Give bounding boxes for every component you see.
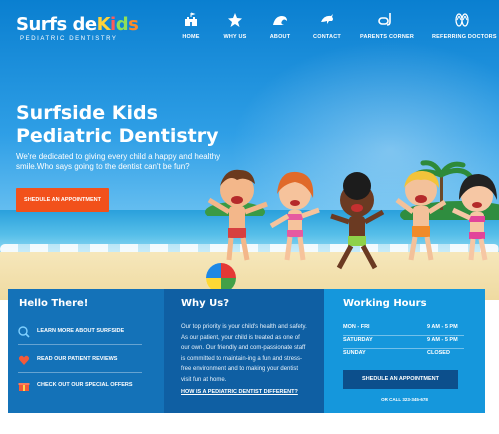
nav-label: WHY US — [223, 34, 247, 40]
hours-day: SATURDAY — [343, 337, 373, 343]
info-panels: Hello There! LEARN MORE ABOUT SURFSIDE R… — [8, 289, 485, 413]
nav-item-why-us[interactable]: WHY US — [220, 12, 250, 40]
special-offers-link[interactable]: CHECK OUT OUR SPECIAL OFFERS — [18, 376, 142, 400]
nav-item-referring-doctors[interactable]: REFERRING DOCTORS — [432, 12, 497, 40]
learn-more-link[interactable]: LEARN MORE ABOUT SURFSIDE — [18, 322, 142, 346]
hours-day: MON - FRI — [343, 324, 370, 330]
nav-item-parents-corner[interactable]: PARENTS CORNER — [360, 12, 415, 40]
hours-time: CLOSED — [427, 350, 450, 356]
call-phone-text[interactable]: OR CALL 323-345-678 — [324, 397, 485, 402]
snorkel-icon — [378, 13, 391, 26]
schedule-appointment-button[interactable]: SHEDULE AN APPOINTMENT — [343, 370, 458, 389]
pediatric-dentist-different-link[interactable]: HOW IS A PEDIATRIC DENTIST DIFFERENT? — [181, 389, 298, 395]
divider — [18, 344, 142, 345]
hours-time: 9 AM - 5 PM — [427, 324, 458, 330]
hello-title: Hello There! — [19, 298, 89, 309]
schedule-appointment-button[interactable]: SHEDULE AN APPOINTMENT — [16, 188, 109, 212]
working-hours-title: Working Hours — [343, 298, 427, 309]
hero-title: Surfside Kids Pediatric Dentistry — [16, 102, 236, 148]
hours-day: SUNDAY — [343, 350, 366, 356]
nav-item-about[interactable]: ABOUT — [265, 12, 295, 40]
site-logo[interactable]: Surfs deKids PEDIATRIC DENTISTRY — [16, 14, 139, 42]
why-us-panel: Why Us? Our top priority is your child's… — [164, 289, 324, 413]
nav-item-home[interactable]: HOME — [178, 12, 204, 40]
hours-row: SUNDAY CLOSED — [343, 348, 464, 360]
dolphin-icon — [321, 14, 333, 24]
hello-panel: Hello There! LEARN MORE ABOUT SURFSIDE R… — [8, 289, 164, 413]
special-offers-label: CHECK OUT OUR SPECIAL OFFERS — [37, 382, 133, 388]
divider — [18, 372, 142, 373]
main-nav: HOME WHY US ABOUT CONTACT PARENTS CORNER… — [170, 12, 497, 46]
why-us-body: Our top priority is your child's health … — [181, 324, 307, 383]
gift-icon — [18, 383, 30, 391]
nav-label: ABOUT — [269, 34, 291, 40]
kids-illustration — [207, 169, 497, 270]
patient-reviews-link[interactable]: READ OUR PATIENT REVIEWS — [18, 350, 142, 374]
tooth-search-icon — [18, 326, 30, 338]
working-hours-panel: Working Hours MON - FRI 9 AM - 5 PM SATU… — [324, 289, 485, 413]
nav-label: HOME — [182, 34, 200, 40]
hours-row: MON - FRI 9 AM - 5 PM — [343, 322, 464, 334]
nav-label: REFERRING DOCTORS — [432, 34, 497, 40]
hero-title-line1: Surfside Kids — [16, 102, 158, 124]
learn-more-label: LEARN MORE ABOUT SURFSIDE — [37, 328, 125, 334]
nav-item-contact[interactable]: CONTACT — [312, 12, 342, 40]
flip-flops-icon — [455, 13, 469, 27]
hero-title-line2: Pediatric Dentistry — [16, 125, 219, 147]
starfish-icon — [228, 13, 242, 27]
logo-wordmark: Surfs deKids — [16, 14, 139, 35]
patient-reviews-label: READ OUR PATIENT REVIEWS — [37, 356, 118, 362]
nav-label: PARENTS CORNER — [360, 34, 415, 40]
heart-icon — [18, 355, 30, 365]
castle-icon — [185, 12, 197, 26]
why-us-title: Why Us? — [181, 298, 230, 309]
nav-label: CONTACT — [313, 34, 341, 40]
hours-time: 9 AM - 5 PM — [427, 337, 458, 343]
logo-subtitle: PEDIATRIC DENTISTRY — [20, 36, 118, 42]
hero-banner: Surfs deKids PEDIATRIC DENTISTRY HOME WH… — [0, 0, 499, 300]
hours-row: SATURDAY 9 AM - 5 PM — [343, 335, 464, 347]
wave-icon — [273, 16, 287, 25]
